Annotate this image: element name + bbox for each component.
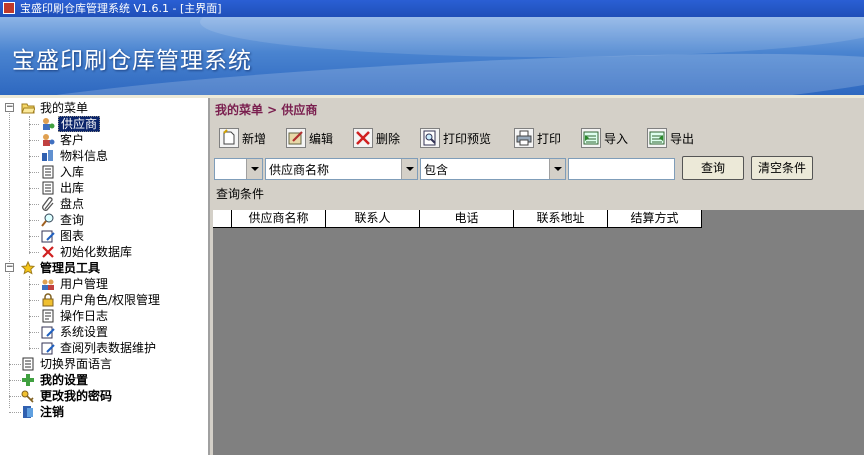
tree-item-query[interactable]: 查询 [41, 212, 86, 228]
printer-icon [514, 128, 534, 148]
paperclip-icon [41, 197, 55, 211]
tree-item-stock-out[interactable]: 出库 [41, 180, 86, 196]
supplier-icon [41, 117, 55, 131]
column-header-address[interactable]: 联系地址 [514, 210, 608, 228]
breadcrumb: 我的菜单 > 供应商 [215, 103, 318, 117]
tree-item-change-password[interactable]: 更改我的密码 [21, 388, 114, 404]
tree-item-system-settings[interactable]: 系统设置 [41, 324, 110, 340]
tree-item-material-info[interactable]: 物料信息 [41, 148, 110, 164]
query-conditions-label: 查询条件 [216, 187, 265, 201]
chart-edit-icon [41, 229, 55, 243]
column-header-phone[interactable]: 电话 [420, 210, 514, 228]
tree-item-list-data-maintenance[interactable]: 查阅列表数据维护 [41, 340, 158, 356]
tree-item-chart[interactable]: 图表 [41, 228, 86, 244]
chevron-down-icon[interactable] [549, 159, 565, 179]
export-button[interactable]: 导出 [647, 126, 694, 150]
tree-item-switch-language[interactable]: 切换界面语言 [21, 356, 114, 372]
tree-item-init-database[interactable]: 初始化数据库 [41, 244, 134, 260]
language-document-icon [21, 357, 35, 371]
field-select[interactable]: 供应商名称 [265, 158, 418, 180]
app-banner: 宝盛印刷仓库管理系统 [0, 17, 864, 95]
tree-item-operation-log[interactable]: 操作日志 [41, 308, 110, 324]
delete-button[interactable]: 删除 [353, 126, 400, 150]
edit-icon [286, 128, 306, 148]
row-selector-header[interactable] [213, 210, 232, 228]
import-button[interactable]: 导入 [581, 126, 628, 150]
print-preview-button[interactable]: 打印预览 [420, 126, 491, 150]
column-header-supplier-name[interactable]: 供应商名称 [232, 210, 326, 228]
tree-item-stock-in[interactable]: 入库 [41, 164, 86, 180]
magnifier-icon [41, 213, 55, 227]
operator-select[interactable]: 包含 [420, 158, 566, 180]
delete-icon [353, 128, 373, 148]
print-preview-icon [420, 128, 440, 148]
logout-door-icon [21, 405, 35, 419]
stock-out-document-icon [41, 181, 55, 195]
chevron-down-icon[interactable] [401, 159, 417, 179]
column-header-settlement[interactable]: 结算方式 [608, 210, 702, 228]
users-icon [41, 277, 55, 291]
star-icon [20, 260, 36, 275]
add-icon [219, 128, 239, 148]
log-document-icon [41, 309, 55, 323]
supplier-grid[interactable]: 供应商名称 联系人 电话 联系地址 结算方式 [213, 210, 864, 455]
settings-edit-icon [41, 325, 55, 339]
banner-title: 宝盛印刷仓库管理系统 [12, 48, 252, 74]
tree-item-my-settings[interactable]: 我的设置 [21, 372, 90, 388]
collapse-admin-tools-icon[interactable]: − [5, 263, 14, 272]
stock-in-document-icon [41, 165, 55, 179]
clear-conditions-button[interactable]: 清空条件 [751, 156, 813, 180]
query-button[interactable]: 查询 [682, 156, 744, 180]
window-title-bar: 宝盛印刷仓库管理系统 V1.6.1 - [主界面] [0, 0, 864, 17]
keyword-input[interactable] [568, 158, 675, 180]
red-x-icon [41, 245, 55, 259]
add-button[interactable]: 新增 [219, 126, 266, 150]
print-button[interactable]: 打印 [514, 126, 561, 150]
gear-plus-icon [21, 373, 35, 387]
export-icon [647, 128, 667, 148]
tree-node-my-menu[interactable]: 我的菜单 [21, 100, 90, 116]
collapse-my-menu-icon[interactable]: − [5, 103, 14, 112]
tree-item-customer[interactable]: 客户 [41, 132, 86, 148]
open-folder-icon [21, 101, 36, 115]
app-icon [3, 2, 15, 14]
tree-item-inventory-check[interactable]: 盘点 [41, 196, 86, 212]
column-header-contact[interactable]: 联系人 [326, 210, 420, 228]
list-edit-icon [41, 341, 55, 355]
tree-node-admin-tools[interactable]: 管理员工具 [20, 260, 102, 276]
lock-icon [41, 293, 55, 307]
tree-item-supplier[interactable]: 供应商 [41, 116, 101, 132]
tree-item-roles-permissions[interactable]: 用户角色/权限管理 [41, 292, 162, 308]
chevron-down-icon[interactable] [246, 159, 262, 179]
key-icon [21, 389, 35, 403]
navigation-tree: − 我的菜单 供应商 客户 物料信息 入库 出库 盘点 查询 图表 初始化数据库… [0, 98, 210, 455]
logic-operator-select[interactable] [214, 158, 263, 180]
customer-icon [41, 133, 55, 147]
import-icon [581, 128, 601, 148]
material-info-icon [41, 149, 55, 163]
window-title: 宝盛印刷仓库管理系统 V1.6.1 - [主界面] [20, 2, 222, 15]
tree-item-user-management[interactable]: 用户管理 [41, 276, 110, 292]
edit-button[interactable]: 编辑 [286, 126, 333, 150]
tree-item-logout[interactable]: 注销 [21, 404, 66, 420]
grid-header: 供应商名称 联系人 电话 联系地址 结算方式 [213, 210, 702, 228]
